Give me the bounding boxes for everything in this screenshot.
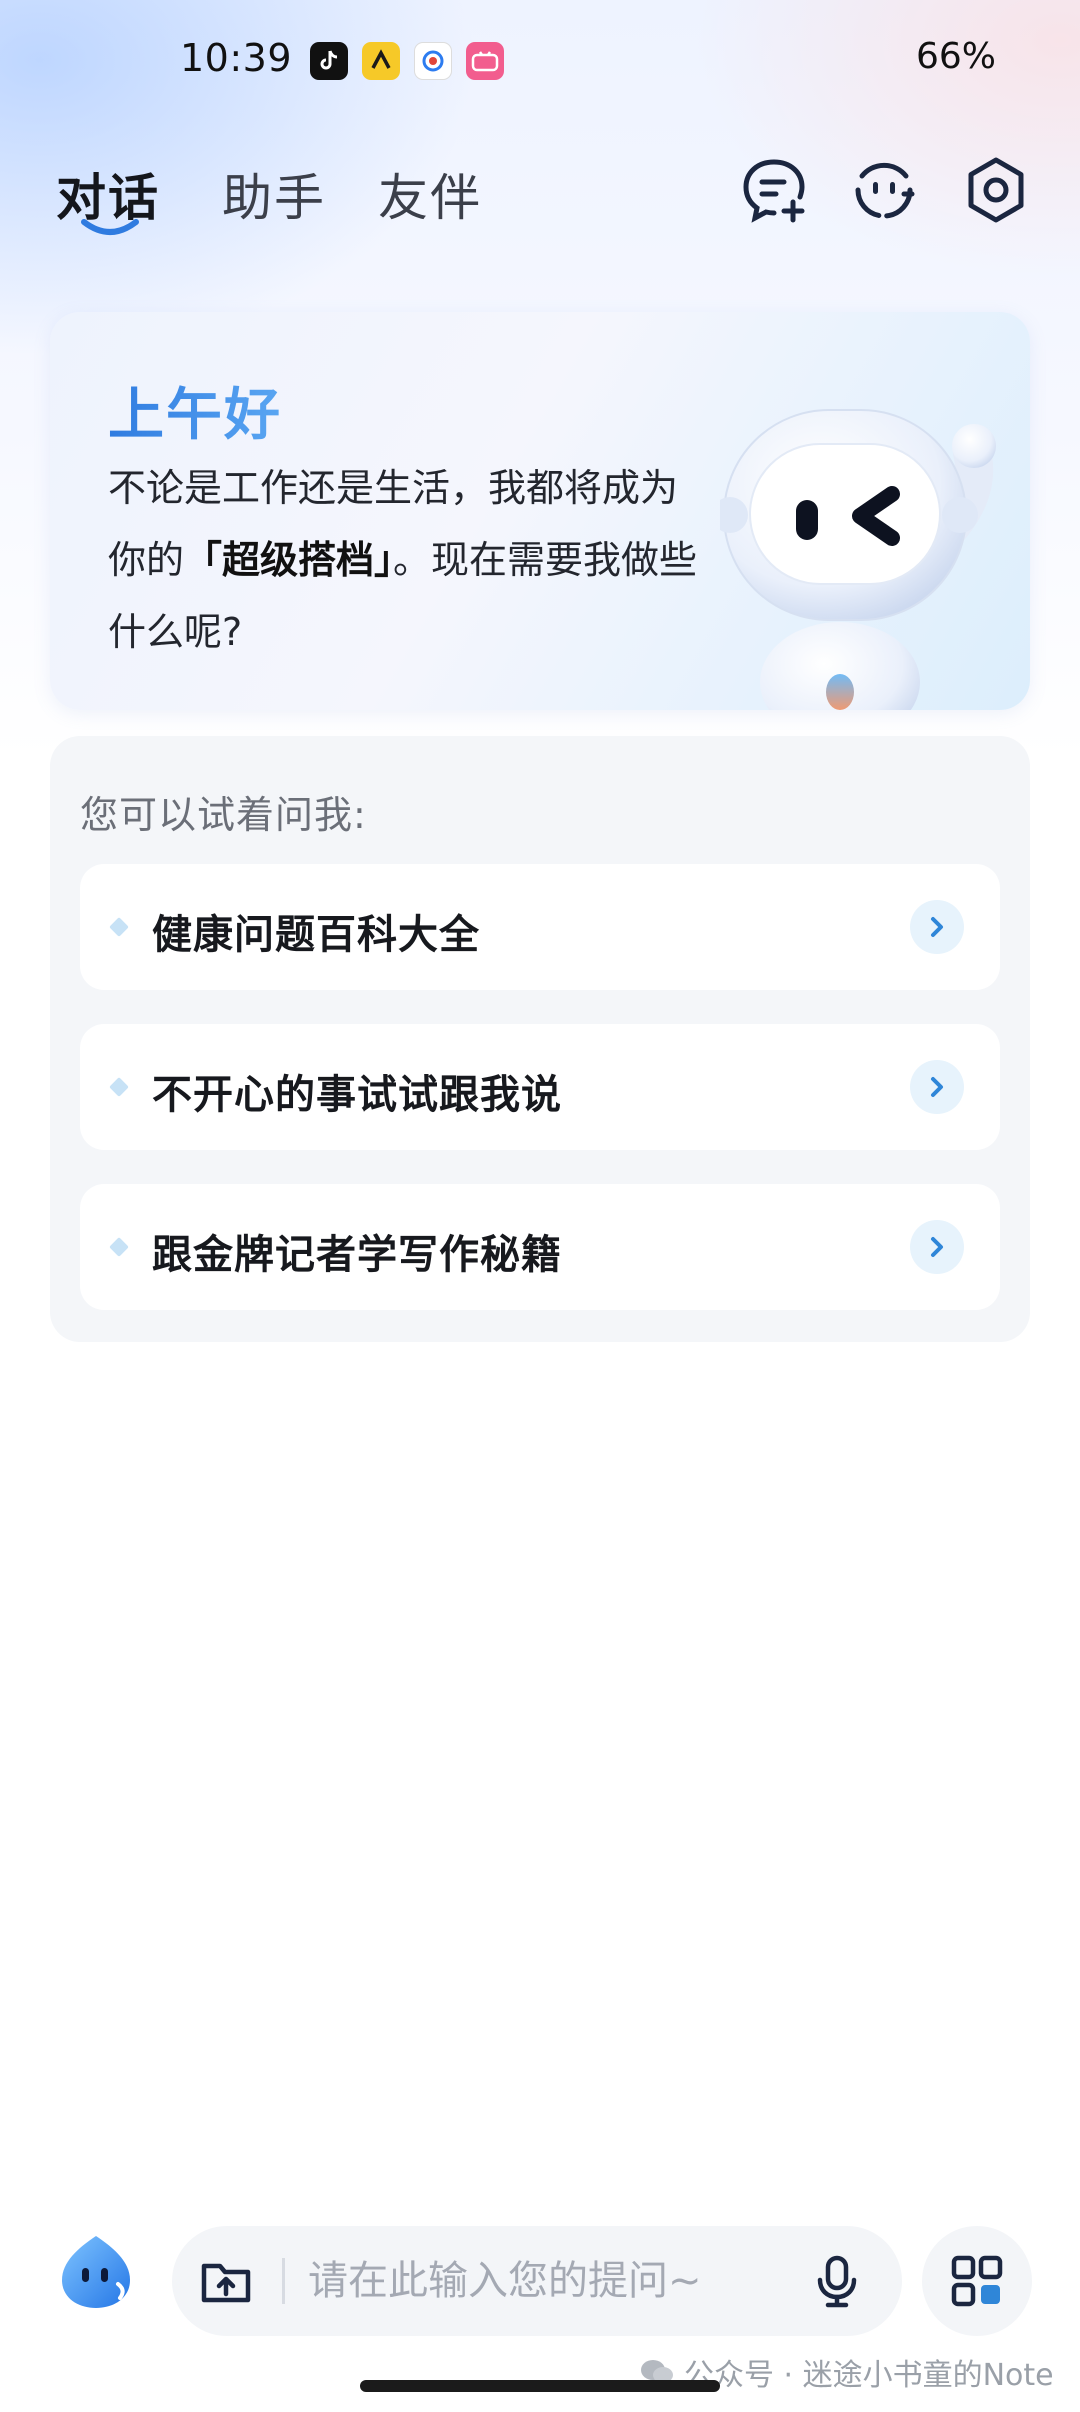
watermark-text: 公众号 · 迷途小书童的Note xyxy=(684,2358,1054,2393)
chevron-right-icon xyxy=(910,1220,964,1274)
suggestion-item[interactable]: 健康问题百科大全 xyxy=(80,864,1000,990)
suggestions-title: 您可以试着问我: xyxy=(80,793,367,837)
tab-companion[interactable]: 友伴 xyxy=(378,158,482,230)
grid-apps-icon xyxy=(951,2255,1003,2307)
chevron-right-icon xyxy=(910,900,964,954)
suggestion-item[interactable]: 不开心的事试试跟我说 xyxy=(80,1024,1000,1150)
bullet-icon xyxy=(109,1077,129,1097)
upload-file-button[interactable] xyxy=(198,2252,256,2310)
status-time: 10:39 xyxy=(180,36,293,80)
status-bar: 10:39 HD xyxy=(0,28,1080,92)
robot-mascot-icon xyxy=(720,409,996,710)
companion-button[interactable] xyxy=(848,154,920,226)
active-tab-indicator xyxy=(81,219,139,235)
screen: 10:39 HD xyxy=(0,0,1080,2412)
new-chat-icon xyxy=(743,159,805,223)
battery-level: 66% xyxy=(916,36,997,77)
suggestions-panel: 您可以试着问我: 健康问题百科大全 不开心的事试试跟我说 跟金牌记者学写作秘籍 xyxy=(50,736,1030,1342)
suggestion-label: 健康问题百科大全 xyxy=(152,912,480,958)
question-input[interactable] xyxy=(308,2248,768,2314)
tiktok-icon xyxy=(310,42,348,80)
settings-button[interactable] xyxy=(960,154,1032,226)
input-bar xyxy=(172,2226,902,2336)
suggestion-label: 不开心的事试试跟我说 xyxy=(152,1072,562,1118)
chevron-right-icon xyxy=(910,1060,964,1114)
input-divider xyxy=(282,2258,285,2304)
bullet-icon xyxy=(109,917,129,937)
greeting-card: 上午好 不论是工作还是生活，我都将成为你的「超级搭档」。现在需要我做些什么呢? xyxy=(50,312,1030,710)
home-indicator[interactable] xyxy=(360,2380,720,2392)
suggestion-item[interactable]: 跟金牌记者学写作秘籍 xyxy=(80,1184,1000,1310)
bilibili-icon xyxy=(466,42,504,80)
settings-icon xyxy=(968,157,1024,223)
bullet-icon xyxy=(109,1237,129,1257)
companion-face-icon xyxy=(855,162,915,219)
voice-input-button[interactable] xyxy=(808,2252,866,2310)
voice-call-button[interactable] xyxy=(56,2232,136,2312)
new-chat-button[interactable] xyxy=(738,154,810,226)
suggestion-label: 跟金牌记者学写作秘籍 xyxy=(152,1232,562,1278)
greeting-title: 上午好 xyxy=(108,370,282,451)
top-nav: 对话 助手 友伴 xyxy=(0,150,1080,250)
greeting-highlight: 「超级搭档」 xyxy=(184,538,394,582)
more-apps-button[interactable] xyxy=(922,2226,1032,2336)
greeting-message: 不论是工作还是生活，我都将成为你的「超级搭档」。现在需要我做些什么呢? xyxy=(108,452,708,668)
upload-folder-icon xyxy=(201,2263,251,2303)
microphone-icon xyxy=(817,2255,857,2308)
tab-assistant[interactable]: 助手 xyxy=(222,158,326,230)
app-icon xyxy=(414,42,452,80)
assistant-avatar-icon xyxy=(62,2236,130,2308)
amap-icon xyxy=(362,42,400,80)
